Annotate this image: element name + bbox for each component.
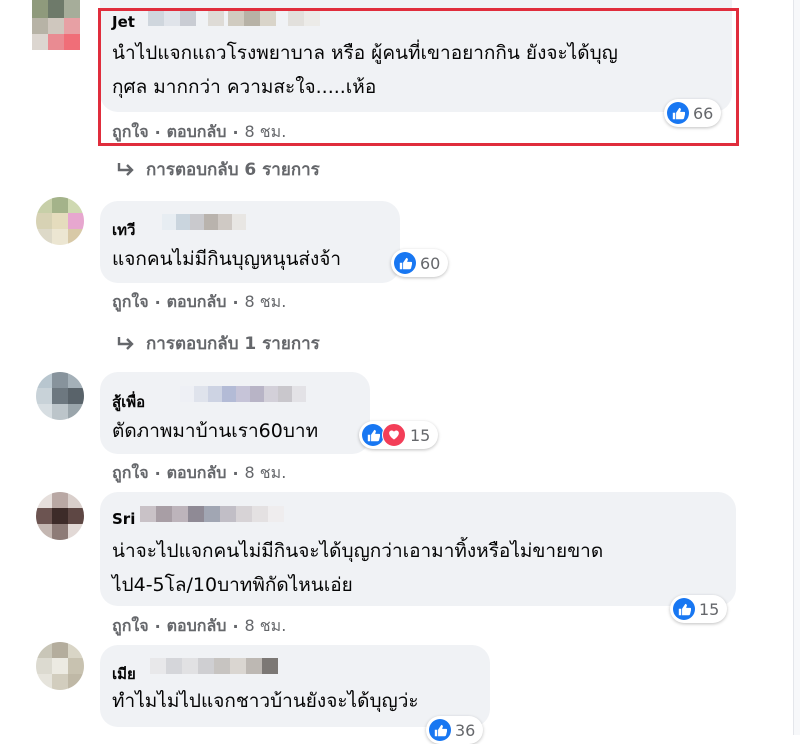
like-link[interactable]: ถูกใจ [112, 290, 149, 315]
comment-time[interactable]: 8 ชม. [245, 290, 287, 315]
blurred-name [162, 214, 246, 230]
blurred-name [140, 506, 284, 522]
reply-arrow-icon [117, 162, 134, 176]
like-icon [673, 598, 695, 620]
avatar[interactable] [32, 0, 80, 50]
comment-text: ตัดภาพมาบ้านเรา60บาท [112, 420, 319, 442]
comment-time[interactable]: 8 ชม. [245, 614, 287, 639]
reaction-summary[interactable]: 15 [359, 421, 439, 449]
view-replies-link[interactable]: การตอบกลับ 1 รายการ [116, 330, 320, 357]
blurred-name [180, 386, 310, 402]
reaction-summary[interactable]: 15 [670, 595, 728, 623]
like-icon [429, 719, 451, 741]
view-replies-link[interactable]: การตอบกลับ 6 รายการ [116, 156, 320, 183]
comment-actions: ถูกใจ · ตอบกลับ · 8 ชม. [112, 461, 286, 486]
view-replies-label: การตอบกลับ 6 รายการ [146, 160, 320, 180]
avatar[interactable] [36, 492, 84, 540]
scrollbar-track[interactable] [793, 0, 800, 735]
view-replies-label: การตอบกลับ 1 รายการ [146, 334, 320, 354]
reaction-count: 60 [420, 253, 441, 273]
comment-actions: ถูกใจ · ตอบกลับ · 8 ชม. [112, 614, 286, 639]
avatar[interactable] [36, 197, 84, 245]
comment-author[interactable]: Sri [112, 510, 135, 528]
comment-text: น่าจะไปแจกคนไม่มีกินจะได้บุญกว่าเอามาทิ้… [112, 540, 604, 596]
like-icon [362, 424, 384, 446]
comment-time[interactable]: 8 ชม. [245, 461, 287, 486]
reaction-count: 15 [410, 425, 431, 445]
reply-link[interactable]: ตอบกลับ [167, 461, 227, 486]
reaction-count: 15 [699, 599, 720, 619]
avatar[interactable] [36, 372, 84, 420]
reaction-count: 36 [455, 720, 476, 740]
avatar[interactable] [36, 642, 84, 690]
highlight-box [98, 8, 739, 146]
comment-text: แจกคนไม่มีกินบุญหนุนส่งจ้า [112, 248, 342, 270]
comment-text: ทำไมไม่ไปแจกชาวบ้านยังจะได้บุญว่ะ [112, 690, 419, 712]
comment-actions: ถูกใจ · ตอบกลับ · 8 ชม. [112, 290, 286, 315]
love-icon [382, 423, 406, 447]
comment-author[interactable]: เทวี [112, 218, 135, 242]
reaction-summary[interactable]: 36 [426, 716, 484, 744]
reply-link[interactable]: ตอบกลับ [167, 614, 227, 639]
reply-arrow-icon [117, 336, 134, 350]
comment-author[interactable]: สู้เพื่อ [112, 390, 145, 414]
comment-author[interactable]: เมีย [112, 662, 136, 686]
like-link[interactable]: ถูกใจ [112, 614, 149, 639]
reply-link[interactable]: ตอบกลับ [167, 290, 227, 315]
blurred-name [150, 658, 280, 674]
like-icon [394, 252, 416, 274]
reaction-summary[interactable]: 60 [391, 249, 449, 277]
like-link[interactable]: ถูกใจ [112, 461, 149, 486]
